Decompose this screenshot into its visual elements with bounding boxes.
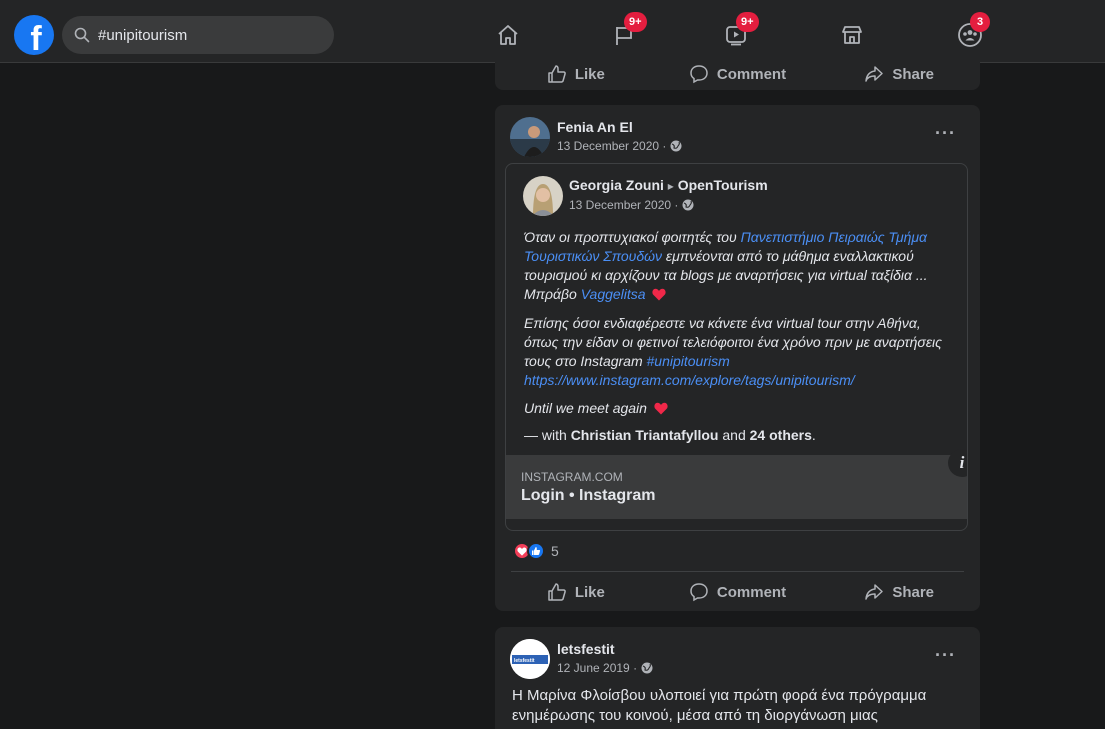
shared-paragraph-1: Όταν οι προπτυχιακοί φοιτητές του Πανεπι… bbox=[524, 228, 954, 304]
letsfestit-logo: letsfestit bbox=[510, 639, 550, 679]
tagged-person-link[interactable]: Christian Triantafyllou bbox=[571, 427, 719, 443]
tagged-with-line: — with Christian Triantafyllou and 24 ot… bbox=[524, 426, 954, 445]
shared-meta: 13 December 2020 · bbox=[569, 198, 694, 212]
thumb-glyph bbox=[532, 547, 541, 555]
post-meta: 12 June 2019 · bbox=[557, 661, 653, 675]
tagged-others-link[interactable]: 24 others bbox=[750, 427, 812, 443]
post-options-icon[interactable]: ··· bbox=[935, 645, 956, 666]
avatar-photo bbox=[510, 117, 550, 157]
vaggelitsa-link[interactable]: Vaggelitsa bbox=[581, 286, 646, 302]
shared-group-name[interactable]: OpenTourism bbox=[678, 177, 768, 193]
nav-watch[interactable]: 9+ bbox=[716, 12, 759, 52]
text-span: Όταν οι προπτυχιακοί φοιτητές του bbox=[524, 229, 741, 245]
shared-paragraph-3: Until we meet again bbox=[524, 399, 954, 418]
home-icon bbox=[498, 25, 518, 45]
globe-icon bbox=[641, 662, 653, 674]
top-navigation-bar: f 9+ 9+ bbox=[0, 0, 1105, 63]
thumbs-up-icon bbox=[548, 65, 566, 83]
link-preview[interactable]: INSTAGRAM.COM Login • Instagram i bbox=[506, 449, 967, 519]
like-label: Like bbox=[574, 65, 605, 83]
shared-post: Georgia Zouni ▸ OpenTourism 13 December … bbox=[505, 163, 968, 531]
shared-author-line: Georgia Zouni ▸ OpenTourism bbox=[569, 177, 768, 193]
text-span: and bbox=[718, 427, 750, 443]
share-icon bbox=[865, 584, 884, 600]
thumbs-up-icon bbox=[548, 583, 566, 601]
instagram-url-link[interactable]: https://www.instagram.com/explore/tags/u… bbox=[524, 372, 855, 388]
like-button[interactable]: Like bbox=[495, 574, 657, 610]
text-span: — with bbox=[524, 427, 571, 443]
arrow-right-icon: ▸ bbox=[667, 179, 674, 193]
search-input[interactable] bbox=[98, 26, 318, 44]
shared-date[interactable]: 13 December 2020 · bbox=[569, 198, 678, 212]
nav-pages[interactable]: 9+ bbox=[604, 12, 647, 52]
author-avatar[interactable] bbox=[510, 117, 550, 157]
heart-glyph bbox=[517, 547, 527, 556]
post-author-name[interactable]: Fenia An El bbox=[557, 119, 633, 135]
reaction-count: 5 bbox=[551, 543, 559, 559]
comment-button[interactable]: Comment bbox=[657, 56, 819, 92]
preview-domain: INSTAGRAM.COM bbox=[521, 470, 623, 484]
actions-divider bbox=[511, 571, 964, 572]
post-date[interactable]: 12 June 2019 · bbox=[557, 661, 637, 675]
heart-icon bbox=[654, 402, 668, 415]
post-body-text: Η Μαρίνα Φλοίσβου υλοποιεί για πρώτη φορ… bbox=[512, 687, 927, 724]
text-span: . bbox=[811, 427, 816, 443]
heart-icon bbox=[652, 288, 667, 301]
globe-icon bbox=[682, 199, 694, 211]
post-meta: 13 December 2020 · bbox=[557, 139, 682, 153]
shared-author-avatar[interactable] bbox=[523, 176, 563, 216]
store-icon bbox=[842, 26, 862, 44]
post-options-icon[interactable]: ··· bbox=[935, 123, 956, 144]
comment-icon bbox=[690, 583, 708, 602]
preview-title[interactable]: Login • Instagram bbox=[521, 487, 656, 505]
logo-text: letsfestit bbox=[514, 658, 535, 664]
share-button[interactable]: Share bbox=[818, 56, 980, 92]
shared-paragraph-2: Επίσης όσοι ενδιαφέρεστε να κάνετε ένα v… bbox=[524, 314, 954, 390]
post-date[interactable]: 13 December 2020 · bbox=[557, 139, 666, 153]
share-button[interactable]: Share bbox=[818, 574, 980, 610]
comment-label: Comment bbox=[716, 583, 787, 601]
facebook-logo-letter: f bbox=[30, 19, 42, 58]
pages-badge: 9+ bbox=[624, 12, 647, 32]
like-label: Like bbox=[574, 583, 605, 601]
previous-post-card: Like Comment Share bbox=[495, 56, 980, 90]
share-label: Share bbox=[892, 65, 935, 83]
comment-label: Comment bbox=[716, 65, 787, 83]
info-icon[interactable]: i bbox=[948, 449, 967, 477]
nav-home[interactable] bbox=[488, 18, 528, 52]
text-span: Επίσης όσοι ενδιαφέρεστε να κάνετε ένα v… bbox=[524, 315, 942, 369]
shared-author-name[interactable]: Georgia Zouni bbox=[569, 177, 664, 193]
facebook-logo[interactable]: f bbox=[14, 15, 54, 58]
like-reaction-icon bbox=[527, 542, 545, 560]
shared-avatar-photo bbox=[523, 176, 563, 216]
share-label: Share bbox=[892, 583, 935, 601]
share-icon bbox=[865, 66, 884, 82]
watch-badge: 9+ bbox=[736, 12, 759, 32]
author-avatar[interactable]: letsfestit bbox=[510, 639, 550, 679]
groups-badge: 3 bbox=[970, 12, 990, 32]
like-button[interactable]: Like bbox=[495, 56, 657, 92]
comment-button[interactable]: Comment bbox=[657, 574, 819, 610]
nav-groups[interactable]: 3 bbox=[950, 12, 990, 52]
post-author-name[interactable]: letsfestit bbox=[557, 641, 615, 657]
search-box[interactable] bbox=[62, 16, 334, 54]
post-card: Fenia An El 13 December 2020 · ··· Georg… bbox=[495, 105, 980, 611]
comment-icon bbox=[690, 65, 708, 84]
post-actions: Like Comment Share bbox=[495, 574, 980, 610]
post-card: letsfestit letsfestit 12 June 2019 · ···… bbox=[495, 627, 980, 729]
nav-marketplace[interactable] bbox=[832, 18, 872, 52]
previous-post-actions: Like Comment Share bbox=[495, 56, 980, 92]
globe-icon bbox=[670, 140, 682, 152]
search-icon bbox=[74, 27, 90, 43]
reaction-summary[interactable]: 5 bbox=[513, 542, 559, 560]
text-span: Until we meet again bbox=[524, 400, 647, 416]
hashtag-link[interactable]: #unipitourism bbox=[647, 353, 730, 369]
